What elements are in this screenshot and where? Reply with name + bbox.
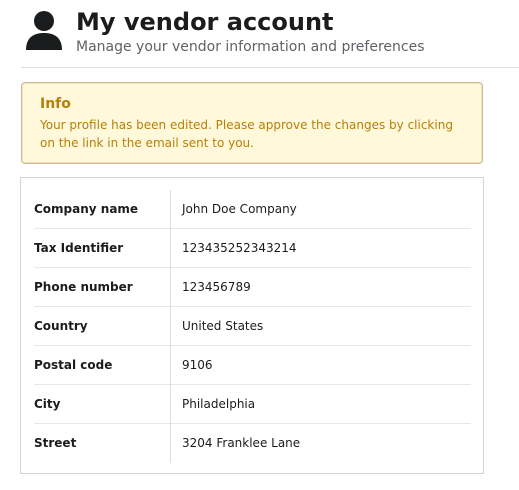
vendor-details-card: Company name John Doe Company Tax Identi… <box>20 177 484 474</box>
column-divider <box>170 268 171 307</box>
row-label: Tax Identifier <box>34 241 124 255</box>
column-divider <box>170 190 171 229</box>
info-message-title: Info <box>40 96 71 112</box>
vendor-account-page: My vendor account Manage your vendor inf… <box>0 0 519 490</box>
table-row-city: City Philadelphia <box>34 385 471 424</box>
row-label: Company name <box>34 202 139 216</box>
table-row-company-name: Company name John Doe Company <box>34 190 471 229</box>
vendor-details-table: Company name John Doe Company Tax Identi… <box>34 190 471 463</box>
row-label: Street <box>34 436 77 450</box>
row-label: Country <box>34 319 88 333</box>
row-value: 3204 Franklee Lane <box>182 436 301 450</box>
column-divider <box>170 424 171 463</box>
page-subtitle: Manage your vendor information and prefe… <box>76 39 425 55</box>
row-value: 9106 <box>182 358 213 372</box>
row-value: 123435252343214 <box>182 241 297 255</box>
table-row-tax-identifier: Tax Identifier 123435252343214 <box>34 229 471 268</box>
info-message-text: Your profile has been edited. Please app… <box>40 118 453 150</box>
page-title: My vendor account <box>76 8 334 36</box>
info-message: Info Your profile has been edited. Pleas… <box>21 82 483 164</box>
row-value: Philadelphia <box>182 397 256 411</box>
row-label: Postal code <box>34 358 113 372</box>
column-divider <box>170 229 171 268</box>
row-value: 123456789 <box>182 280 251 294</box>
table-row-street: Street 3204 Franklee Lane <box>34 424 471 463</box>
row-value: John Doe Company <box>182 202 297 216</box>
table-row-postal-code: Postal code 9106 <box>34 346 471 385</box>
row-value: United States <box>182 319 264 333</box>
header-divider <box>21 67 519 68</box>
column-divider <box>170 307 171 346</box>
column-divider <box>170 346 171 385</box>
table-row-country: Country United States <box>34 307 471 346</box>
page-header: My vendor account Manage your vendor inf… <box>21 8 501 56</box>
row-label: City <box>34 397 61 411</box>
table-row-phone-number: Phone number 123456789 <box>34 268 471 307</box>
user-icon <box>23 10 65 52</box>
row-label: Phone number <box>34 280 133 294</box>
column-divider <box>170 385 171 424</box>
